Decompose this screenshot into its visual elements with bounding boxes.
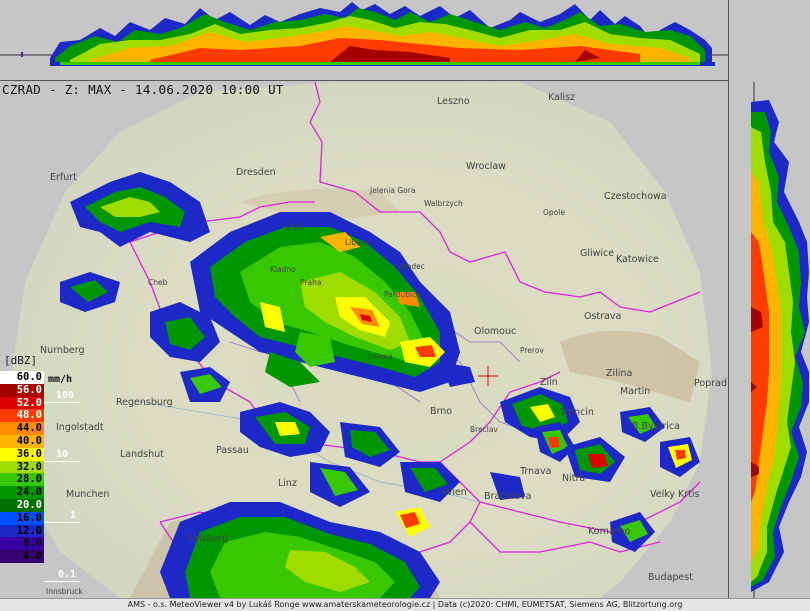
- legend-rate-line: [44, 581, 80, 582]
- city-label: B.Bystrica: [632, 421, 680, 432]
- city-label: Passau: [216, 445, 249, 456]
- legend-level: 28.0: [0, 473, 44, 487]
- legend-level: 12.0: [0, 524, 44, 538]
- city-label: Katowice: [616, 254, 659, 265]
- city-label: Bratislava: [484, 491, 532, 502]
- city-label: Wien: [443, 487, 467, 498]
- city-label: Erfurt: [50, 172, 77, 183]
- city-label: Nitra: [562, 473, 586, 484]
- legend-level: 48.0: [0, 409, 44, 423]
- city-label: Prerov: [520, 346, 544, 355]
- city-label: Ostrava: [584, 311, 622, 322]
- profile-corner: [728, 0, 810, 83]
- city-label: Dresden: [236, 167, 276, 178]
- city-label: Velky Krtis: [650, 489, 700, 500]
- city-label: Zilina: [606, 368, 633, 379]
- city-label: Nurnberg: [40, 345, 85, 356]
- city-label: Breclav: [470, 425, 498, 434]
- right-profile-panel: [728, 82, 810, 598]
- legend-level: 4.0: [0, 550, 44, 563]
- legend-rate-label: 0.1: [58, 569, 77, 580]
- city-label: Poprad: [694, 378, 727, 389]
- legend-level: 40.0: [0, 435, 44, 448]
- city-label: Kalisz: [548, 92, 576, 103]
- legend-rate-line: [44, 522, 80, 523]
- city-label: Gliwice: [580, 248, 615, 259]
- legend-level: 44.0: [0, 422, 44, 435]
- city-label: Jelenia Gora: [370, 186, 416, 195]
- city-label: Innsbruck: [46, 587, 83, 596]
- city-label: Wroclaw: [466, 161, 506, 172]
- city-label: Praha: [300, 278, 322, 287]
- top-profile-chart: [0, 2, 728, 66]
- legend-rate-unit: mm/h: [48, 374, 73, 385]
- right-profile-chart: [751, 82, 809, 598]
- legend-level: 20.0: [0, 499, 44, 512]
- city-label: Ústí: [285, 222, 304, 233]
- city-label: Czestochowa: [604, 191, 667, 202]
- legend-level: 60.0: [0, 371, 44, 384]
- city-label: Cheb: [148, 278, 168, 287]
- city-label: Walbrzych: [424, 199, 463, 208]
- legend-rate-label: 10: [56, 449, 69, 460]
- legend-level: 16.0: [0, 511, 44, 525]
- city-label: Komarno: [588, 526, 631, 537]
- city-label: Brno: [430, 406, 453, 417]
- map-title: CZRAD - Z: MAX - 14.06.2020 10:00 UT: [2, 82, 284, 97]
- legend-rate-line: [44, 402, 80, 403]
- legend-title: [dBZ]: [4, 354, 38, 367]
- city-label: Olomouc: [474, 326, 517, 337]
- city-label: Zlin: [540, 377, 558, 388]
- legend-rate-label: 1: [70, 510, 77, 521]
- city-label: Landshut: [120, 449, 164, 460]
- city-label: Pardubice: [384, 290, 421, 299]
- city-label: Leszno: [437, 96, 470, 107]
- radar-map-canvas: [10, 82, 712, 598]
- legend-rate-line: [44, 461, 80, 462]
- credits-footer: AMS - o.s. MeteoViewer v4 by Lukáš Ronge…: [0, 598, 810, 611]
- city-label: Budapest: [648, 572, 693, 583]
- legend-level: 32.0: [0, 460, 44, 474]
- radar-map: [0, 82, 728, 598]
- city-label: Martin: [620, 386, 651, 397]
- city-label: Trencin: [560, 407, 594, 418]
- legend-level: 8.0: [0, 537, 44, 551]
- radar-frame: CZRAD - Z: MAX - 14.06.2020 10:00 UT Les…: [0, 0, 810, 611]
- legend-level: 36.0: [0, 447, 44, 461]
- legend-level: 24.0: [0, 486, 44, 499]
- legend-level: 52.0: [0, 396, 44, 410]
- city-label: Linz: [278, 478, 297, 489]
- top-profile-panel: [0, 0, 728, 81]
- city-label: Munchen: [66, 489, 110, 500]
- city-label: Trnava: [520, 466, 552, 477]
- city-label: Kladno: [270, 265, 296, 274]
- city-label: Salzburg: [187, 533, 229, 544]
- city-label: Jihlava: [368, 352, 393, 361]
- legend-level: 56.0: [0, 383, 44, 397]
- city-label: Opole: [543, 208, 565, 217]
- city-label: Regensburg: [116, 397, 173, 408]
- city-label: Ingolstadt: [56, 422, 104, 433]
- city-label: Liberec: [345, 238, 373, 247]
- city-label: Hradec: [398, 262, 425, 271]
- legend-rate-label: 100: [56, 390, 75, 401]
